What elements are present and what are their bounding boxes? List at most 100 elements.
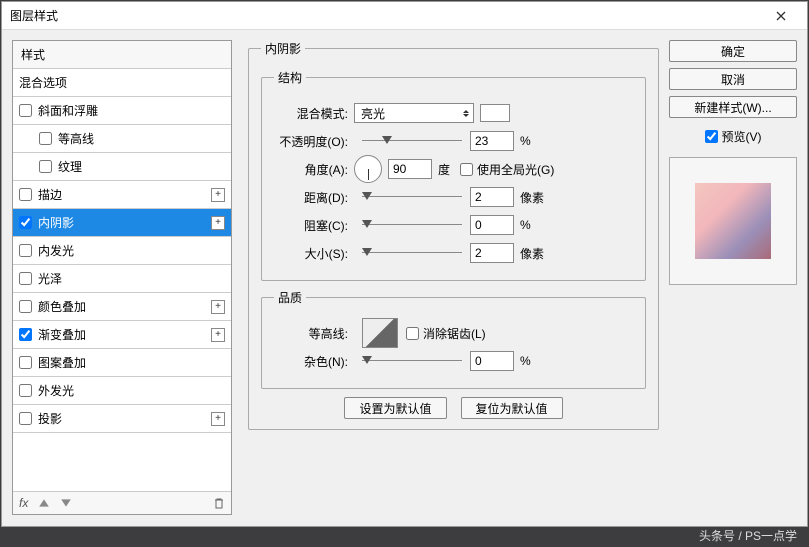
plus-icon[interactable]: + [211,188,225,202]
style-item[interactable]: 等高线 [13,125,231,153]
style-item-checkbox[interactable] [19,384,32,397]
arrow-down-icon[interactable] [60,497,72,509]
inner-shadow-fieldset: 内阴影 结构 混合模式: 亮光 不透明度(O): [248,40,659,430]
reset-default-button[interactable]: 复位为默认值 [461,397,563,419]
angle-label: 角度(A): [274,161,354,178]
structure-title: 结构 [274,69,306,86]
plus-icon[interactable]: + [211,328,225,342]
angle-dial[interactable] [354,155,382,183]
choke-label: 阻塞(C): [274,217,354,234]
structure-fieldset: 结构 混合模式: 亮光 不透明度(O): % [261,69,646,281]
plus-icon[interactable]: + [211,412,225,426]
preview-swatch [695,183,771,259]
size-label: 大小(S): [274,245,354,262]
size-unit: 像素 [520,245,544,262]
style-item-label: 投影 [38,410,62,427]
titlebar: 图层样式 [2,2,807,30]
angle-unit: 度 [438,161,450,178]
style-item[interactable]: 投影 + [13,405,231,433]
style-item-checkbox[interactable] [19,104,32,117]
global-light-checkbox[interactable]: 使用全局光(G) [460,161,554,178]
arrow-up-icon[interactable] [38,497,50,509]
style-item[interactable]: 颜色叠加 + [13,293,231,321]
ok-button[interactable]: 确定 [669,40,797,62]
preview-box [669,157,797,285]
style-item[interactable]: 内阴影 + [13,209,231,237]
styles-list: 样式 混合选项 斜面和浮雕等高线纹理描边+ 内阴影 + 内发光光泽颜色叠加 + 渐变叠加 +… [12,40,232,515]
style-item-checkbox[interactable] [19,216,32,229]
dialog-title: 图层样式 [10,7,763,24]
style-item[interactable]: 外发光 [13,377,231,405]
noise-label: 杂色(N): [274,353,354,370]
size-input[interactable] [470,243,514,263]
distance-label: 距离(D): [274,189,354,206]
noise-slider[interactable] [362,354,462,368]
blend-mode-select[interactable]: 亮光 [354,103,474,123]
noise-input[interactable] [470,351,514,371]
style-item-label: 等高线 [58,130,94,147]
opacity-input[interactable] [470,131,514,151]
opacity-slider[interactable] [362,134,462,148]
style-item-label: 光泽 [38,270,62,287]
opacity-label: 不透明度(O): [274,133,354,150]
style-item-checkbox[interactable] [19,328,32,341]
style-item-checkbox[interactable] [19,412,32,425]
style-item-checkbox[interactable] [19,272,32,285]
close-icon [776,11,786,21]
fx-menu[interactable]: fx [19,496,28,510]
style-item-label: 颜色叠加 [38,298,86,315]
shadow-color-swatch[interactable] [480,104,510,122]
style-item-checkbox[interactable] [19,300,32,313]
preview-checkbox[interactable]: 预览(V) [669,128,797,145]
contour-label: 等高线: [274,325,354,342]
style-item-checkbox[interactable] [39,160,52,173]
style-item[interactable]: 光泽 [13,265,231,293]
close-button[interactable] [763,4,799,28]
noise-unit: % [520,354,531,368]
distance-input[interactable] [470,187,514,207]
style-item-label: 内发光 [38,242,74,259]
style-item[interactable]: 内发光 [13,237,231,265]
blend-mode-label: 混合模式: [274,105,354,122]
panel-title: 内阴影 [261,40,305,57]
choke-slider[interactable] [362,218,462,232]
distance-slider[interactable] [362,190,462,204]
style-item-checkbox[interactable] [19,188,32,201]
quality-fieldset: 品质 等高线: 消除锯齿(L) 杂色(N): % [261,289,646,389]
contour-picker[interactable] [362,318,398,348]
angle-input[interactable] [388,159,432,179]
watermark: 头条号 / PS一点学 [699,527,797,544]
style-item-checkbox[interactable] [19,356,32,369]
plus-icon[interactable]: + [211,300,225,314]
style-item-label: 斜面和浮雕 [38,102,98,119]
style-item-label: 外发光 [38,382,74,399]
size-slider[interactable] [362,246,462,260]
style-item[interactable]: 图案叠加 [13,349,231,377]
blending-options-item[interactable]: 混合选项 [13,69,231,97]
style-item-label: 图案叠加 [38,354,86,371]
style-item-checkbox[interactable] [19,244,32,257]
settings-panel: 内阴影 结构 混合模式: 亮光 不透明度(O): [242,30,665,526]
trash-icon[interactable] [213,497,225,509]
choke-unit: % [520,218,531,232]
style-item[interactable]: 纹理 [13,153,231,181]
style-item-label: 纹理 [58,158,82,175]
choke-input[interactable] [470,215,514,235]
style-item-label: 内阴影 [38,214,74,231]
plus-icon[interactable]: + [211,216,225,230]
antialias-checkbox[interactable]: 消除锯齿(L) [406,325,486,342]
style-item-checkbox[interactable] [39,132,52,145]
style-item[interactable]: 描边+ [13,181,231,209]
layer-style-dialog: 图层样式 样式 混合选项 斜面和浮雕等高线纹理描边+ 内阴影 + 内发光光泽颜色叠加 +… [1,1,808,527]
right-column: 确定 取消 新建样式(W)... 预览(V) [665,30,807,526]
new-style-button[interactable]: 新建样式(W)... [669,96,797,118]
cancel-button[interactable]: 取消 [669,68,797,90]
quality-title: 品质 [274,289,306,306]
styles-footer: fx [13,491,231,514]
make-default-button[interactable]: 设置为默认值 [344,397,446,419]
distance-unit: 像素 [520,189,544,206]
style-item[interactable]: 斜面和浮雕 [13,97,231,125]
style-item[interactable]: 渐变叠加 + [13,321,231,349]
styles-header[interactable]: 样式 [13,41,231,69]
style-item-label: 渐变叠加 [38,326,86,343]
